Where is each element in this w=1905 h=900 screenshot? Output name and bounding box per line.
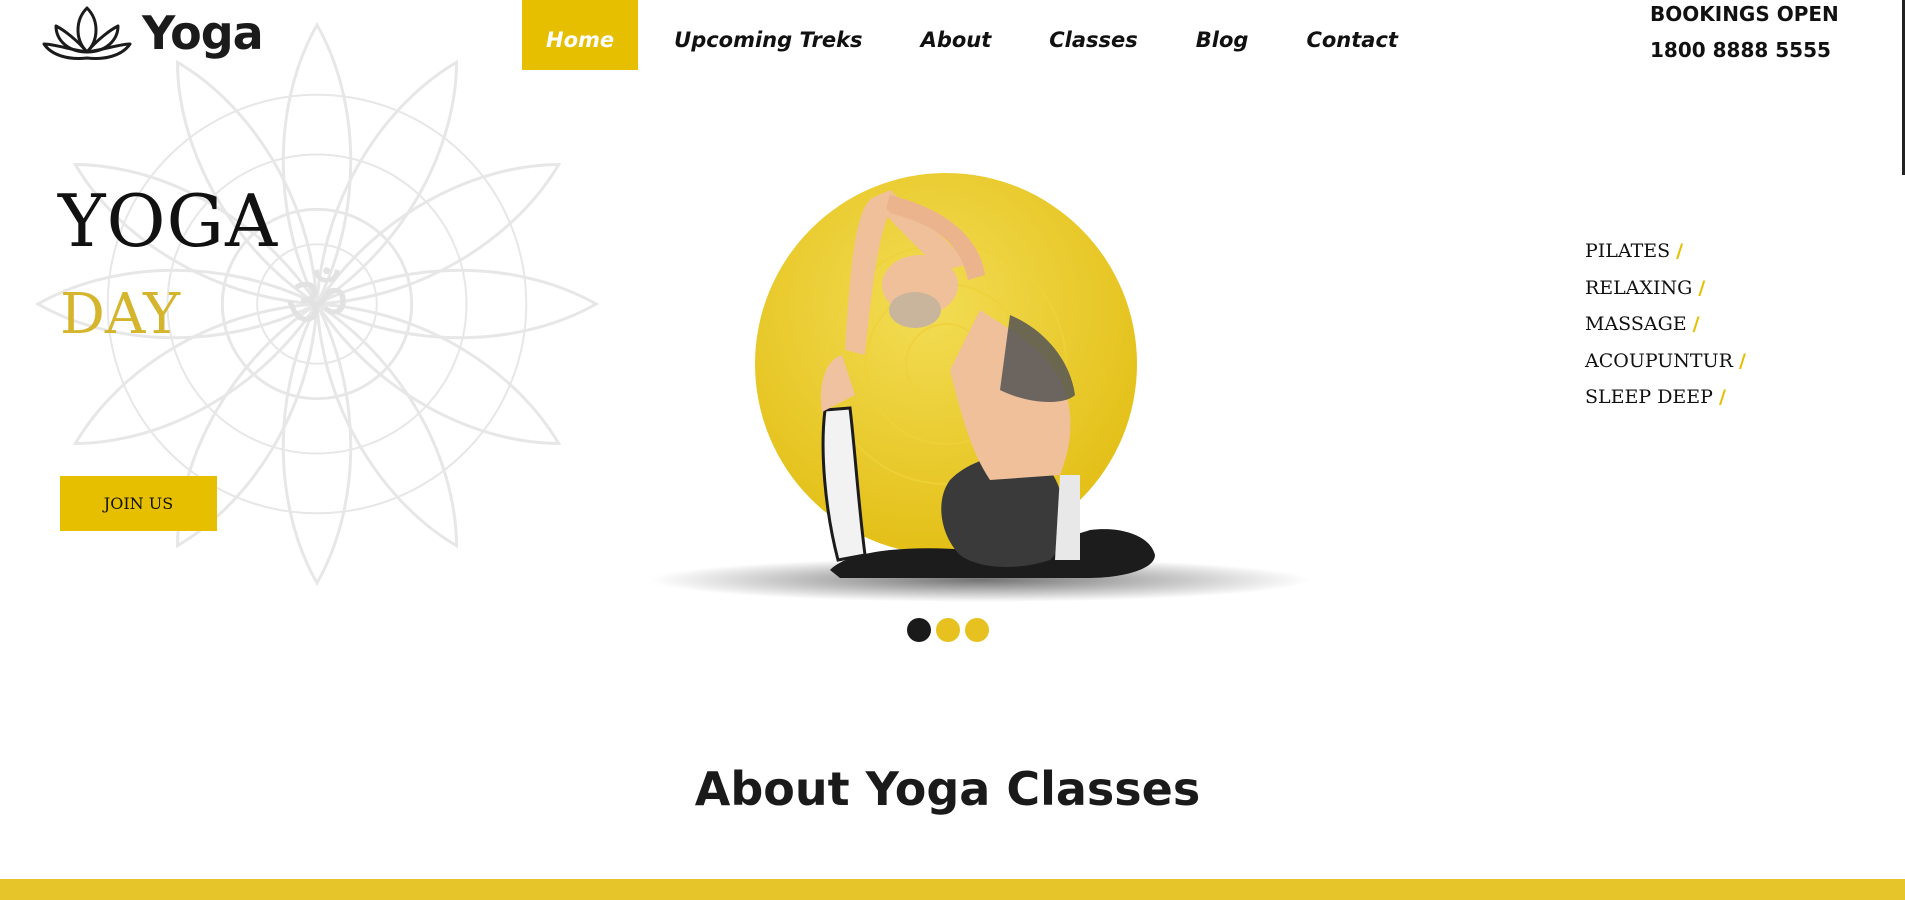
main-nav: Home Upcoming Treks About Classes Blog C… — [522, 0, 1432, 70]
booking-phone[interactable]: 1800 8888 5555 — [1650, 38, 1831, 62]
booking-label: BOOKINGS OPEN — [1650, 2, 1839, 26]
slider-dot-1[interactable] — [907, 618, 931, 642]
hero-subtitle: DAY — [60, 282, 181, 347]
class-item-acoupuntur[interactable]: ACOUPUNTUR / — [1585, 343, 1746, 380]
slider-dot-3[interactable] — [965, 618, 989, 642]
class-label: ACOUPUNTUR — [1585, 349, 1733, 372]
nav-classes[interactable]: Classes — [1025, 0, 1162, 70]
site-header: Yoga Home Upcoming Treks About Classes B… — [0, 0, 1905, 72]
yoga-pose-illustration — [650, 173, 1310, 602]
logo-text: Yoga — [142, 6, 264, 60]
class-item-sleep-deep[interactable]: SLEEP DEEP / — [1585, 379, 1746, 416]
class-label: PILATES — [1585, 240, 1671, 262]
hero-image — [650, 150, 1370, 610]
slash-separator: / — [1738, 349, 1746, 372]
class-label: RELAXING — [1585, 276, 1693, 299]
svg-text:ॐ: ॐ — [285, 262, 349, 343]
slash-separator: / — [1718, 386, 1726, 409]
slash-separator: / — [1676, 240, 1684, 262]
class-list: PILATES / RELAXING / MASSAGE / ACOUPUNTUR / … — [1585, 233, 1746, 416]
join-us-button[interactable]: JOIN US — [60, 476, 217, 531]
nav-contact[interactable]: Contact — [1282, 0, 1422, 70]
class-item-massage[interactable]: MASSAGE / — [1585, 306, 1746, 343]
slider-dot-2[interactable] — [936, 618, 960, 642]
class-label: SLEEP DEEP — [1585, 386, 1713, 409]
about-heading: About Yoga Classes — [694, 762, 1201, 816]
bottom-band — [0, 879, 1905, 900]
class-label: MASSAGE — [1585, 313, 1687, 336]
nav-blog[interactable]: Blog — [1172, 0, 1273, 70]
nav-about[interactable]: About — [897, 0, 1016, 70]
class-item-pilates[interactable]: PILATES / — [1585, 233, 1746, 270]
slash-separator: / — [1698, 276, 1706, 299]
slider-dots — [907, 618, 989, 642]
site-logo[interactable]: Yoga — [42, 0, 264, 66]
nav-home[interactable]: Home — [522, 0, 639, 70]
nav-upcoming-treks[interactable]: Upcoming Treks — [650, 0, 886, 70]
class-item-relaxing[interactable]: RELAXING / — [1585, 270, 1746, 307]
lotus-icon — [42, 6, 132, 60]
slash-separator: / — [1692, 313, 1700, 336]
hero-title: YOGA — [58, 179, 279, 263]
